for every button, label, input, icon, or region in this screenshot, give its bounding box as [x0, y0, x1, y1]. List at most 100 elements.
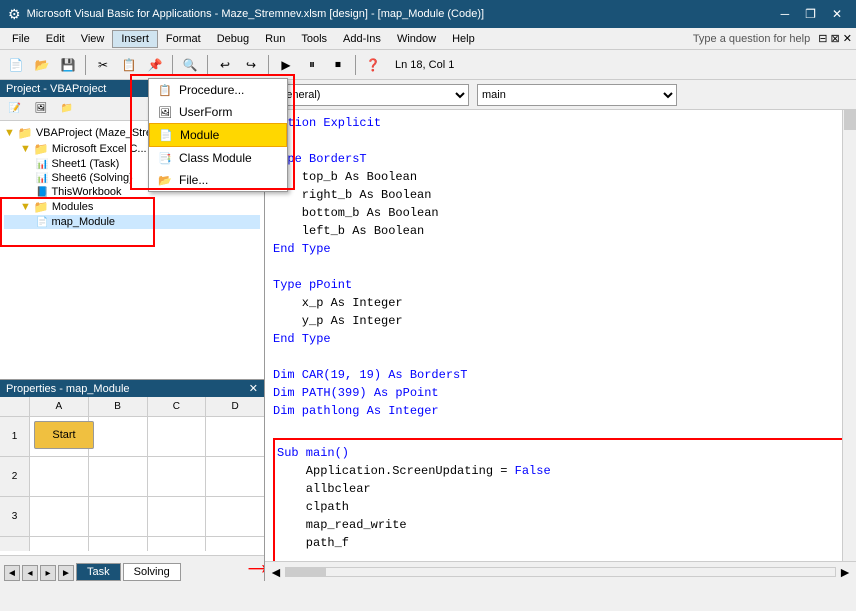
row-header-corner — [0, 397, 30, 416]
start-button[interactable]: Start — [34, 421, 94, 449]
code-line-1: Option Explicit — [273, 114, 848, 132]
insert-menu-dropdown: 📋 Procedure... 🖼 UserForm 📄 Module 📑 Cla… — [148, 78, 288, 192]
horizontal-scrollbar[interactable] — [285, 567, 836, 577]
properties-panel: Properties - map_Module ✕ A B C D 1 — [0, 380, 264, 581]
cut-button[interactable]: ✂ — [91, 54, 115, 76]
h-scrollbar-thumb[interactable] — [286, 568, 326, 576]
footer-right-btn[interactable]: ► — [838, 564, 852, 580]
module-icon: 📄 — [158, 129, 174, 142]
save-button[interactable]: 💾 — [56, 54, 80, 76]
cell-b1[interactable] — [89, 417, 148, 456]
cell-d2[interactable] — [206, 457, 264, 496]
code-line-5: right_b As Boolean — [273, 186, 848, 204]
menu-window[interactable]: Window — [389, 31, 444, 47]
code-content[interactable]: Option Explicit Type BordersT top_b As B… — [265, 110, 856, 561]
restore-button[interactable]: ❐ — [799, 5, 822, 23]
ln-col-display: Ln 18, Col 1 — [395, 59, 454, 71]
title-bar: ⚙ Microsoft Visual Basic for Application… — [0, 0, 856, 28]
menu-debug[interactable]: Debug — [209, 31, 257, 47]
cell-d3[interactable] — [206, 497, 264, 536]
tree-map-module[interactable]: 📄 map_Module — [4, 215, 260, 229]
col-header-d: D — [206, 397, 264, 416]
code-line-7: left_b As Boolean — [273, 222, 848, 240]
row-2-header: 2 — [0, 457, 30, 496]
menu-insert[interactable]: Insert — [112, 30, 158, 48]
tab-task[interactable]: Task — [76, 563, 121, 581]
code-panel: (General) main Option Explicit Type Bord… — [265, 80, 856, 581]
code-line-14 — [273, 348, 848, 366]
userform-icon: 🖼 — [157, 106, 173, 119]
menu-addins[interactable]: Add-Ins — [335, 31, 389, 47]
sheet-nav-next[interactable]: ▸ — [40, 565, 56, 581]
new-button[interactable]: 📄 — [4, 54, 28, 76]
code-line-8: End Type — [273, 240, 848, 258]
insert-userform[interactable]: 🖼 UserForm — [149, 101, 287, 123]
tab-solving[interactable]: Solving — [123, 563, 181, 581]
cell-b3[interactable] — [89, 497, 148, 536]
stop-button[interactable]: ⏹ — [326, 54, 350, 76]
copy-button[interactable]: 📋 — [117, 54, 141, 76]
view-code-btn[interactable]: 📝 — [3, 98, 27, 120]
title-text: Microsoft Visual Basic for Applications … — [27, 8, 769, 20]
toolbar: 📄 📂 💾 ✂ 📋 📌 🔍 ↩ ↪ ▶ ⏸ ⏹ ❓ Ln 18, Col 1 — [0, 50, 856, 80]
tree-modules[interactable]: ▼ 📁 Modules — [4, 199, 260, 215]
cell-d1[interactable] — [206, 417, 264, 456]
code-line-9 — [273, 258, 848, 276]
undo-button[interactable]: ↩ — [213, 54, 237, 76]
view-object-btn[interactable]: 🖼 — [29, 98, 53, 120]
cell-c2[interactable] — [148, 457, 207, 496]
help-search: Type a question for help — [693, 33, 810, 45]
main-dropdown[interactable]: main — [477, 84, 677, 106]
menu-edit[interactable]: Edit — [38, 31, 73, 47]
general-dropdown[interactable]: (General) — [269, 84, 469, 106]
arrow-indicator: → — [242, 545, 264, 581]
file-icon: 📂 — [157, 174, 173, 187]
help-button[interactable]: ❓ — [361, 54, 385, 76]
scrollbar-thumb[interactable] — [844, 110, 856, 130]
code-line-23: map_read_write — [277, 516, 844, 534]
sep5 — [355, 55, 356, 75]
cell-a2[interactable] — [30, 457, 89, 496]
cell-c1[interactable] — [148, 417, 207, 456]
footer-left-btn[interactable]: ◄ — [269, 564, 283, 580]
cell-b4[interactable] — [89, 537, 148, 551]
insert-module[interactable]: 📄 Module — [149, 123, 287, 147]
redo-button[interactable]: ↪ — [239, 54, 263, 76]
find-button[interactable]: 🔍 — [178, 54, 202, 76]
run-button[interactable]: ▶ — [274, 54, 298, 76]
cell-c4[interactable] — [148, 537, 207, 551]
sheet-nav-prev[interactable]: ◂ — [22, 565, 38, 581]
code-scrollbar[interactable] — [842, 110, 856, 561]
sheet-nav-first[interactable]: ◄ — [4, 565, 20, 581]
paste-button[interactable]: 📌 — [143, 54, 167, 76]
row-4-header: 4 — [0, 537, 30, 551]
menu-view[interactable]: View — [73, 31, 113, 47]
cell-a3[interactable] — [30, 497, 89, 536]
insert-class-module[interactable]: 📑 Class Module — [149, 147, 287, 169]
menu-tools[interactable]: Tools — [293, 31, 335, 47]
close-button[interactable]: ✕ — [826, 5, 848, 23]
toggle-folders-btn[interactable]: 📁 — [55, 98, 79, 120]
cell-c3[interactable] — [148, 497, 207, 536]
menu-file[interactable]: File — [4, 31, 38, 47]
menu-run[interactable]: Run — [257, 31, 293, 47]
minimize-button[interactable]: ─ — [775, 5, 796, 23]
break-button[interactable]: ⏸ — [300, 54, 324, 76]
menu-help[interactable]: Help — [444, 31, 483, 47]
code-line-11: x_p As Integer — [273, 294, 848, 312]
code-line-21: allbclear — [277, 480, 844, 498]
open-button[interactable]: 📂 — [30, 54, 54, 76]
properties-close[interactable]: ✕ — [249, 382, 258, 395]
sheet-nav-last[interactable]: ► — [58, 565, 74, 581]
insert-file[interactable]: 📂 File... — [149, 169, 287, 191]
insert-procedure[interactable]: 📋 Procedure... — [149, 79, 287, 101]
code-line-12: y_p As Integer — [273, 312, 848, 330]
sub-block-container: Sub main() Application.ScreenUpdating = … — [273, 438, 848, 561]
sub-block-red-border: Sub main() Application.ScreenUpdating = … — [273, 438, 848, 561]
cell-a1[interactable]: Start — [30, 417, 89, 456]
cell-a4[interactable] — [30, 537, 89, 551]
class-module-icon: 📑 — [157, 152, 173, 165]
cell-b2[interactable] — [89, 457, 148, 496]
sheet-tabs: ◄ ◂ ▸ ► Task Solving — [0, 555, 264, 581]
menu-format[interactable]: Format — [158, 31, 209, 47]
